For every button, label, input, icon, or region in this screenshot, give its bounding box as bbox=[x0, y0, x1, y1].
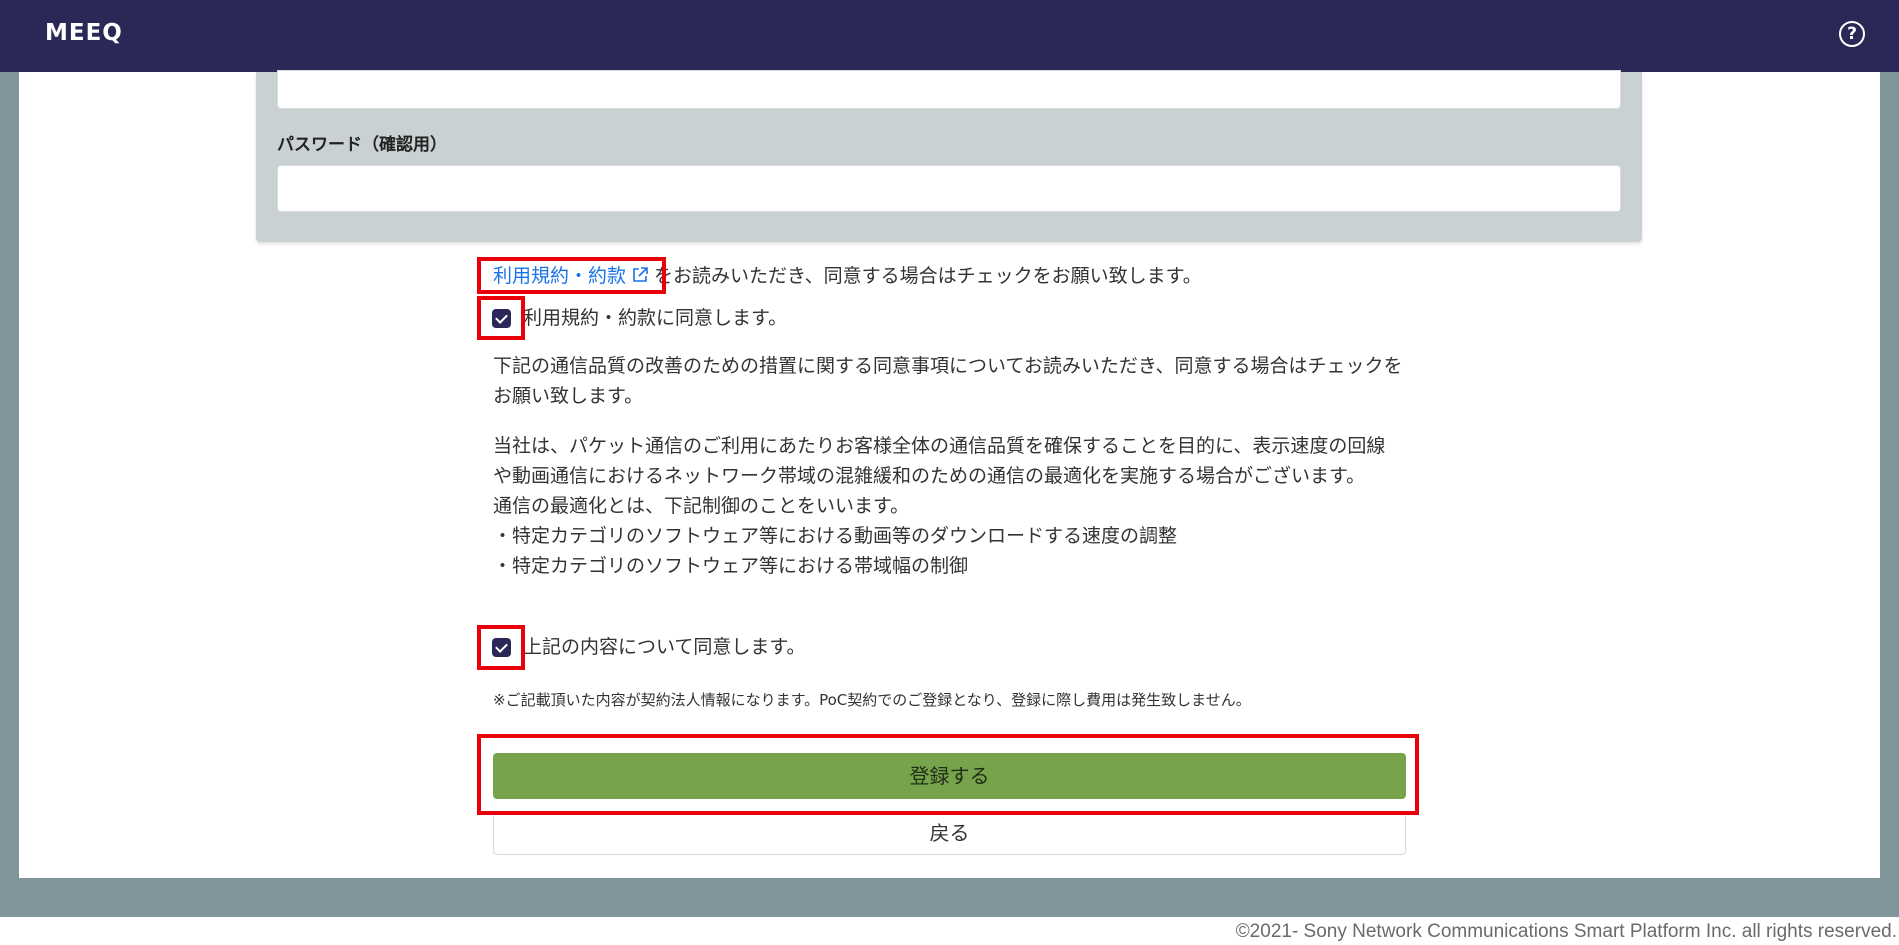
app-header: MEEQ ? bbox=[0, 0, 1899, 72]
external-link-icon bbox=[633, 267, 648, 282]
quality-body-line1: 当社は、パケット通信のご利用にあたりお客様全体の通信品質を確保することを目的に、… bbox=[493, 435, 1386, 487]
terms-agree-checkbox[interactable] bbox=[492, 309, 511, 328]
copyright: ©2021- Sony Network Communications Smart… bbox=[1235, 921, 1897, 942]
back-button[interactable]: 戻る bbox=[493, 815, 1406, 855]
quality-intro: 下記の通信品質の改善のための措置に関する同意事項についてお読みいただき、同意する… bbox=[493, 351, 1403, 411]
password-confirm-field[interactable] bbox=[277, 165, 1621, 212]
quality-body-line4: ・特定カテゴリのソフトウェア等における帯域幅の制御 bbox=[493, 555, 969, 577]
quality-body-line2: 通信の最適化とは、下記制御のことをいいます。 bbox=[493, 495, 910, 517]
quality-agree-checkbox[interactable] bbox=[492, 638, 511, 657]
password-field[interactable] bbox=[277, 70, 1621, 109]
terms-link-label: 利用規約・約款 bbox=[493, 265, 627, 287]
quality-agree-label: 上記の内容について同意します。 bbox=[523, 636, 806, 658]
terms-instruction: をお読みいただき、同意する場合はチェックをお願い致します。 bbox=[654, 265, 1202, 287]
footer: ©2021- Sony Network Communications Smart… bbox=[0, 917, 1899, 945]
help-icon[interactable]: ? bbox=[1839, 21, 1865, 47]
registration-note: ※ご記載頂いた内容が契約法人情報になります。PoC契約でのご登録となり、登録に際… bbox=[493, 691, 1251, 709]
app-logo[interactable]: MEEQ bbox=[45, 20, 123, 46]
quality-body: 当社は、パケット通信のご利用にあたりお客様全体の通信品質を確保することを目的に、… bbox=[493, 431, 1403, 581]
quality-body-line3: ・特定カテゴリのソフトウェア等における動画等のダウンロードする速度の調整 bbox=[493, 525, 1178, 547]
quality-intro-text: 下記の通信品質の改善のための措置に関する同意事項についてお読みいただき、同意する… bbox=[493, 355, 1403, 407]
terms-agree-label: 利用規約・約款に同意します。 bbox=[523, 307, 788, 329]
terms-link[interactable]: 利用規約・約款 bbox=[493, 263, 654, 289]
register-button[interactable]: 登録する bbox=[493, 753, 1406, 799]
form-panel: パスワード（確認用） bbox=[256, 70, 1642, 242]
terms-instruction-line: 利用規約・約款 をお読みいただき、同意する場合はチェックをお願い致します。 bbox=[493, 261, 1433, 291]
password-confirm-label: パスワード（確認用） bbox=[277, 135, 447, 155]
